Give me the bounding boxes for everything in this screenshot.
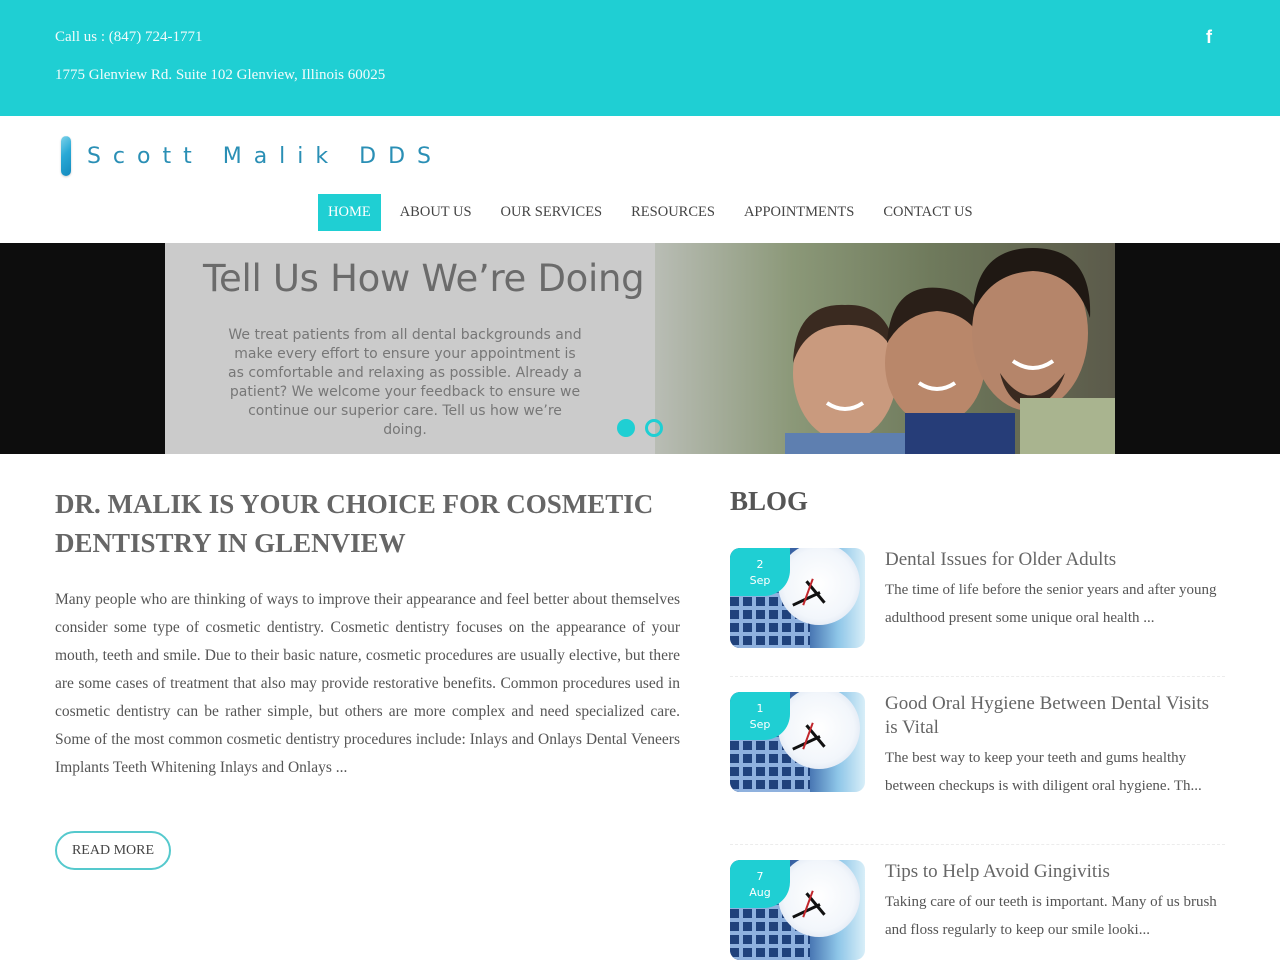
nav-contact-us[interactable]: CONTACT US bbox=[873, 194, 982, 231]
clock-image bbox=[778, 692, 860, 769]
slider-dot-1[interactable] bbox=[617, 419, 635, 437]
main-heading: DR. MALIK IS YOUR CHOICE FOR COSMETIC DE… bbox=[55, 489, 654, 558]
nav-home[interactable]: HOME bbox=[318, 194, 381, 231]
main-nav: HOME ABOUT US OUR SERVICES RESOURCES APP… bbox=[318, 194, 992, 231]
nav-about-us[interactable]: ABOUT US bbox=[390, 194, 482, 231]
nav-appointments[interactable]: APPOINTMENTS bbox=[734, 194, 864, 231]
phone-number[interactable]: Call us : (847) 724-1771 bbox=[55, 29, 203, 46]
slider-pagination bbox=[617, 419, 673, 437]
site-logo[interactable]: Scott Malik DDS bbox=[58, 132, 443, 180]
site-header: Scott Malik DDS HOME ABOUT US OUR SERVIC… bbox=[0, 116, 1280, 243]
blog-post-thumbnail[interactable]: 2 Sep bbox=[730, 548, 865, 648]
family-photo bbox=[655, 243, 1115, 454]
clock-image bbox=[778, 860, 860, 937]
blog-post-title[interactable]: Tips to Help Avoid Gingivitis bbox=[885, 860, 1225, 884]
slide-body: We treat patients from all dental backgr… bbox=[228, 327, 582, 438]
logo-text: Scott Malik DDS bbox=[86, 143, 443, 169]
slide-text-panel: Tell Us How We’re Doing We treat patient… bbox=[165, 243, 655, 454]
hero-slider: Tell Us How We’re Doing We treat patient… bbox=[0, 243, 1280, 454]
read-more-button[interactable]: READ MORE bbox=[55, 831, 171, 870]
blog-post-excerpt: Taking care of our teeth is important. M… bbox=[885, 894, 1217, 938]
date-day: 1 bbox=[756, 702, 764, 715]
blog-post-thumbnail[interactable]: 1 Sep bbox=[730, 692, 865, 792]
hero-slide[interactable]: Tell Us How We’re Doing We treat patient… bbox=[165, 243, 1115, 454]
logo-mark-icon bbox=[61, 136, 71, 176]
date-month: Aug bbox=[749, 886, 771, 899]
date-day: 7 bbox=[756, 870, 764, 883]
date-badge: 2 Sep bbox=[730, 548, 790, 596]
blog-post-excerpt: The best way to keep your teeth and gums… bbox=[885, 750, 1202, 794]
main-body-text: Many people who are thinking of ways to … bbox=[55, 591, 680, 776]
facebook-icon[interactable]: f bbox=[1206, 27, 1220, 47]
date-day: 2 bbox=[756, 558, 764, 571]
date-badge: 7 Aug bbox=[730, 860, 790, 908]
address: 1775 Glenview Rd. Suite 102 Glenview, Il… bbox=[55, 67, 386, 83]
date-month: Sep bbox=[749, 574, 771, 587]
slide-title: Tell Us How We’re Doing bbox=[203, 257, 645, 300]
slider-dot-2[interactable] bbox=[645, 419, 663, 437]
top-contact-bar: Call us : (847) 724-1771 1775 Glenview R… bbox=[0, 0, 1280, 116]
nav-resources[interactable]: RESOURCES bbox=[621, 194, 725, 231]
divider bbox=[730, 676, 1225, 677]
divider bbox=[730, 844, 1225, 845]
nav-our-services[interactable]: OUR SERVICES bbox=[491, 194, 613, 231]
blog-post-thumbnail[interactable]: 7 Aug bbox=[730, 860, 865, 960]
blog-heading: BLOG bbox=[730, 486, 809, 516]
date-badge: 1 Sep bbox=[730, 692, 790, 740]
blog-post-title[interactable]: Dental Issues for Older Adults bbox=[885, 548, 1225, 572]
blog-post-excerpt: The time of life before the senior years… bbox=[885, 582, 1217, 626]
date-month: Sep bbox=[749, 718, 771, 731]
clock-image bbox=[778, 548, 860, 625]
blog-post-title[interactable]: Good Oral Hygiene Between Dental Visits … bbox=[885, 692, 1225, 740]
